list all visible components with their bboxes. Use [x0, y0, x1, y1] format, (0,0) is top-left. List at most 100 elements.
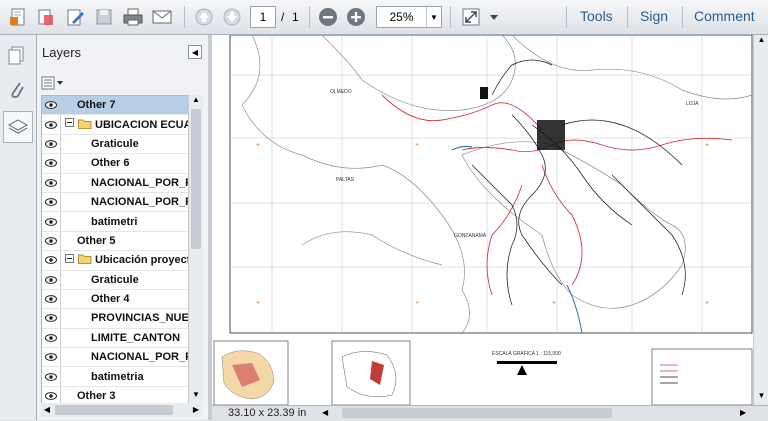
eye-icon[interactable]: [42, 115, 61, 134]
eye-icon[interactable]: [42, 173, 61, 192]
layers-panel: Layers ◀ Other 7 UBICACION ECUADOR Graticu…: [37, 35, 209, 420]
more-tools-chevron-icon[interactable]: [486, 5, 502, 29]
collapse-panel-icon[interactable]: ◀: [188, 45, 202, 59]
town-mark: [480, 87, 488, 99]
previous-page-icon[interactable]: [192, 5, 216, 29]
layer-label: Other 3: [77, 390, 116, 403]
layer-label: NACIONAL_POR_PR: [91, 196, 188, 209]
save-icon[interactable]: [92, 5, 116, 29]
page-number-input[interactable]: 1: [250, 6, 276, 28]
scroll-up-icon[interactable]: ▲: [189, 95, 203, 107]
scroll-down-icon[interactable]: ▼: [189, 390, 203, 402]
layer-row[interactable]: batimetria: [42, 367, 188, 387]
email-icon[interactable]: [150, 5, 174, 29]
sign-button[interactable]: Sign: [640, 8, 668, 24]
eye-icon[interactable]: [42, 231, 61, 251]
layer-row[interactable]: Other 5: [42, 231, 188, 252]
create-pdf-icon[interactable]: [6, 5, 30, 29]
layer-list-hscrollbar[interactable]: ◀ ▶: [41, 403, 202, 417]
layer-row[interactable]: Other 4: [42, 289, 188, 310]
layer-row[interactable]: batimetri: [42, 212, 188, 232]
layer-row[interactable]: UBICACION ECUADOR: [42, 115, 188, 135]
layers-panel-icon[interactable]: [3, 111, 33, 143]
chevron-down-icon[interactable]: ▼: [426, 7, 441, 27]
hscroll-thumb[interactable]: [55, 405, 173, 415]
scroll-left-icon[interactable]: ◀: [322, 408, 332, 418]
eye-icon[interactable]: [42, 251, 61, 270]
label-paltas: PALTAS: [336, 177, 355, 183]
scroll-left-icon[interactable]: ◀: [41, 403, 53, 417]
eye-icon[interactable]: [42, 270, 61, 289]
layer-row[interactable]: Ubicación proyecto: [42, 251, 188, 271]
label-olmedo: OLMEDO: [330, 89, 352, 95]
eye-icon[interactable]: [42, 386, 61, 403]
svg-text:+: +: [415, 142, 419, 149]
collapse-toggle-icon[interactable]: [65, 118, 75, 131]
combine-files-icon[interactable]: [34, 5, 58, 29]
layer-list: Other 7 UBICACION ECUADOR Graticule Other 6…: [41, 95, 189, 404]
map-page: ++++ ++++: [213, 35, 753, 405]
layer-row[interactable]: NACIONAL_POR_PR: [42, 192, 188, 213]
edit-document-icon[interactable]: [63, 5, 87, 29]
eye-icon[interactable]: [42, 192, 61, 212]
scale-title: ESCALA GRAFICA 1 : 115,000: [492, 351, 561, 357]
tools-button[interactable]: Tools: [580, 8, 613, 24]
zoom-in-icon[interactable]: [344, 5, 368, 29]
layer-row[interactable]: NACIONAL_POR_PR: [42, 173, 188, 193]
status-bar: 33.10 x 23.39 in ◀ ▶: [212, 405, 768, 421]
hscroll-thumb[interactable]: [342, 408, 612, 418]
layer-label: NACIONAL_POR_PR: [91, 351, 188, 364]
eye-icon[interactable]: [42, 212, 61, 231]
layer-label: UBICACION ECUADOR: [95, 118, 188, 131]
layer-row[interactable]: Other 3: [42, 386, 188, 403]
layer-row[interactable]: Graticule: [42, 134, 188, 155]
layer-row[interactable]: Other 6: [42, 154, 188, 174]
scroll-up-icon[interactable]: ▲: [754, 35, 768, 49]
eye-icon[interactable]: [42, 367, 61, 386]
eye-icon[interactable]: [42, 309, 61, 328]
collapse-toggle-icon[interactable]: [65, 253, 75, 267]
next-page-icon[interactable]: [220, 5, 244, 29]
layers-panel-title: Layers: [42, 45, 82, 60]
layer-label: LIMITE_CANTON: [91, 331, 181, 344]
layer-label: Other 4: [91, 293, 130, 306]
comment-button[interactable]: Comment: [694, 8, 755, 24]
layer-row[interactable]: PROVINCIAS_NUEVA: [42, 309, 188, 329]
layer-label: NACIONAL_POR_PR: [91, 176, 188, 189]
layer-label: PROVINCIAS_NUEVA: [91, 312, 188, 325]
scroll-thumb[interactable]: [191, 109, 201, 249]
scroll-right-icon[interactable]: ▶: [740, 408, 750, 418]
layer-row[interactable]: Other 7: [42, 96, 188, 116]
layer-label: batimetri: [91, 215, 138, 228]
attachments-icon[interactable]: [3, 75, 31, 105]
page-total: 1: [292, 10, 299, 24]
zoom-select[interactable]: 25% ▼: [376, 6, 442, 28]
fit-page-icon[interactable]: [459, 5, 483, 29]
svg-text:+: +: [705, 142, 709, 149]
scroll-down-icon[interactable]: ▼: [754, 391, 768, 405]
print-icon[interactable]: [121, 5, 145, 29]
eye-icon[interactable]: [42, 96, 61, 115]
urban-area: [537, 120, 565, 150]
layer-list-scrollbar[interactable]: ▲ ▼: [188, 95, 203, 402]
eye-icon[interactable]: [42, 348, 61, 367]
zoom-out-icon[interactable]: [316, 5, 340, 29]
toolbar: 1 / 1 25% ▼ Tools Sign Comment: [0, 0, 768, 35]
page-separator: /: [281, 10, 285, 24]
layer-label: Other 6: [91, 157, 130, 170]
layer-row[interactable]: Graticule: [42, 270, 188, 290]
layer-row[interactable]: LIMITE_CANTON: [42, 328, 188, 349]
eye-icon[interactable]: [42, 289, 61, 309]
scroll-right-icon[interactable]: ▶: [190, 403, 202, 417]
eye-icon[interactable]: [42, 328, 61, 348]
layer-label: batimetria: [91, 370, 144, 383]
eye-icon[interactable]: [42, 154, 61, 173]
layer-label: Ubicación proyecto: [95, 254, 188, 267]
svg-text:+: +: [256, 142, 260, 149]
eye-icon[interactable]: [42, 134, 61, 154]
layer-row[interactable]: NACIONAL_POR_PR: [42, 348, 188, 368]
document-scrollbar[interactable]: ▲ ▼: [753, 35, 768, 405]
page-thumbnails-icon[interactable]: [3, 41, 31, 71]
layer-label: Graticule: [91, 137, 139, 150]
layer-options-button[interactable]: [41, 75, 67, 91]
